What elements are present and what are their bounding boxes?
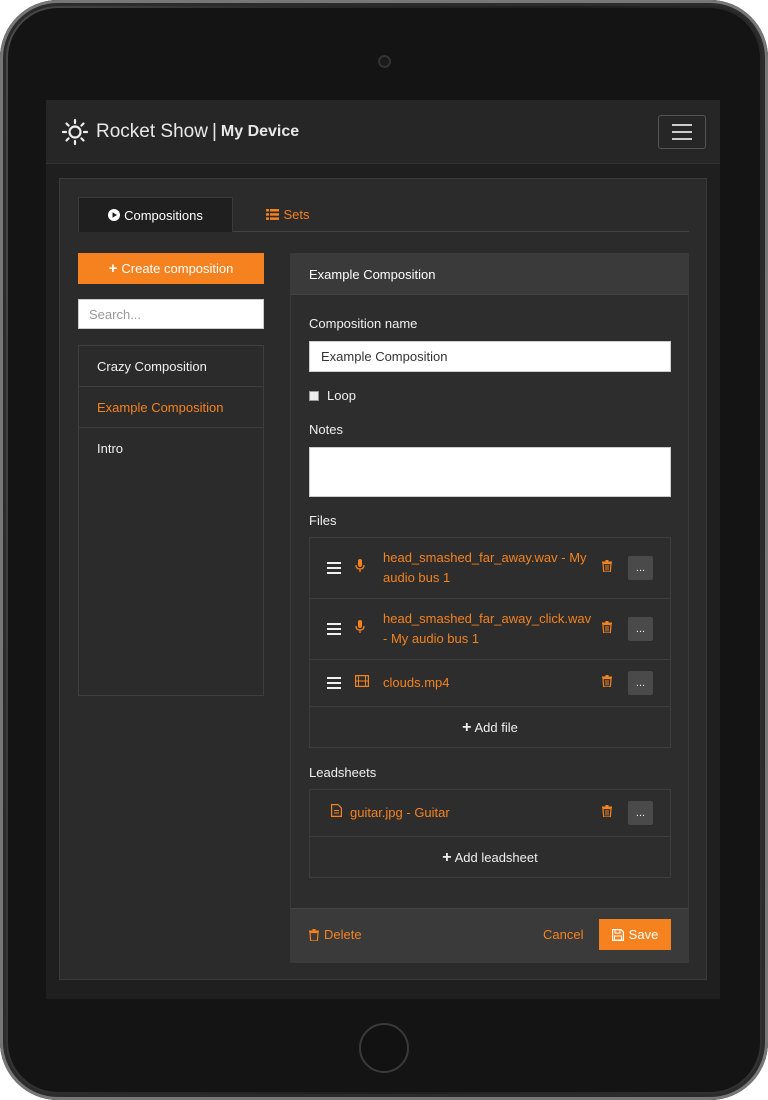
delete-label: Delete (324, 927, 362, 942)
drag-handle-icon[interactable] (327, 677, 341, 689)
file-name[interactable]: head_smashed_far_away_click.wav - My aud… (383, 609, 598, 649)
add-leadsheet-label: Add leadsheet (454, 850, 538, 865)
file-name[interactable]: head_smashed_far_away.wav - My audio bus… (383, 548, 598, 588)
search-input[interactable] (78, 299, 264, 329)
trash-icon[interactable] (602, 620, 612, 638)
add-file-button[interactable]: + Add file (310, 707, 670, 748)
leadsheets-list: guitar.jpg - Guitar ... + Add leadsheet (309, 789, 671, 878)
drag-handle-icon[interactable] (327, 562, 341, 574)
tab-sets-label: Sets (283, 207, 310, 222)
create-composition-button[interactable]: + Create composition (78, 253, 264, 284)
file-options-button[interactable]: ... (628, 617, 653, 641)
composition-name-input[interactable] (309, 341, 671, 372)
camera-icon (378, 55, 391, 68)
sun-icon[interactable] (60, 117, 90, 147)
device-name: My Device (220, 122, 300, 140)
loop-label: Loop (327, 388, 356, 403)
file-row[interactable]: head_smashed_far_away_click.wav - My aud… (310, 599, 670, 660)
composition-editor: Example Composition Composition name Loo… (290, 253, 689, 963)
save-label: Save (628, 927, 659, 942)
file-row[interactable]: head_smashed_far_away.wav - My audio bus… (310, 538, 670, 599)
film-icon (355, 674, 370, 692)
trash-icon[interactable] (602, 674, 612, 692)
trash-icon[interactable] (602, 559, 612, 577)
file-name[interactable]: clouds.mp4 (383, 673, 598, 693)
plus-icon: + (442, 848, 452, 866)
files-label: Files (309, 513, 337, 528)
create-composition-label: Create composition (121, 261, 234, 276)
tab-sets[interactable]: Sets (248, 197, 328, 232)
composition-item-intro[interactable]: Intro (79, 428, 263, 469)
save-button[interactable]: Save (599, 919, 671, 950)
plus-icon: + (462, 718, 472, 736)
main-content: Compositions Sets + Create composition S… (59, 178, 707, 980)
notes-label: Notes (309, 422, 343, 437)
leadsheet-name[interactable]: guitar.jpg - Guitar (350, 803, 565, 823)
app-screen: Rocket Show | My Device Compositions Set… (46, 100, 720, 999)
trash-icon (309, 928, 319, 941)
file-options-button[interactable]: ... (628, 556, 653, 580)
microphone-icon (355, 558, 365, 578)
editor-footer: Delete Cancel Save (291, 908, 688, 962)
file-row[interactable]: clouds.mp4 ... (310, 660, 670, 707)
microphone-icon (355, 619, 365, 639)
play-circle-icon (108, 209, 121, 221)
navbar: Rocket Show | My Device (46, 100, 720, 164)
tab-bar: Compositions Sets (78, 197, 689, 232)
editor-header: Example Composition (291, 254, 688, 295)
composition-list: Crazy Composition Example Composition In… (78, 345, 264, 696)
drag-handle-icon[interactable] (327, 623, 341, 635)
checkbox[interactable] (309, 390, 319, 401)
list-icon (266, 209, 280, 220)
composition-item-example[interactable]: Example Composition (79, 387, 263, 428)
add-leadsheet-button[interactable]: + Add leadsheet (310, 837, 670, 878)
tab-compositions[interactable]: Compositions (78, 197, 233, 232)
leadsheet-row[interactable]: guitar.jpg - Guitar ... (310, 790, 670, 837)
file-icon (331, 804, 342, 822)
delete-button[interactable]: Delete (309, 927, 362, 942)
home-button[interactable] (359, 1023, 409, 1073)
cancel-button[interactable]: Cancel (543, 927, 583, 942)
notes-textarea[interactable] (309, 447, 671, 497)
file-options-button[interactable]: ... (628, 671, 653, 695)
tab-compositions-label: Compositions (124, 207, 203, 223)
composition-item-crazy[interactable]: Crazy Composition (79, 346, 263, 387)
files-list: head_smashed_far_away.wav - My audio bus… (309, 537, 671, 748)
loop-checkbox[interactable]: Loop (309, 388, 356, 403)
trash-icon[interactable] (602, 804, 612, 822)
brand-separator: | (211, 120, 217, 142)
leadsheets-label: Leadsheets (309, 765, 377, 780)
add-file-label: Add file (474, 720, 518, 735)
floppy-icon (611, 928, 624, 941)
composition-name-label: Composition name (309, 316, 418, 331)
leadsheet-options-button[interactable]: ... (628, 801, 653, 825)
app-brand[interactable]: Rocket Show (96, 121, 208, 143)
plus-icon: + (108, 260, 118, 277)
hamburger-icon[interactable] (658, 115, 706, 149)
tablet-frame: Rocket Show | My Device Compositions Set… (0, 0, 768, 1100)
